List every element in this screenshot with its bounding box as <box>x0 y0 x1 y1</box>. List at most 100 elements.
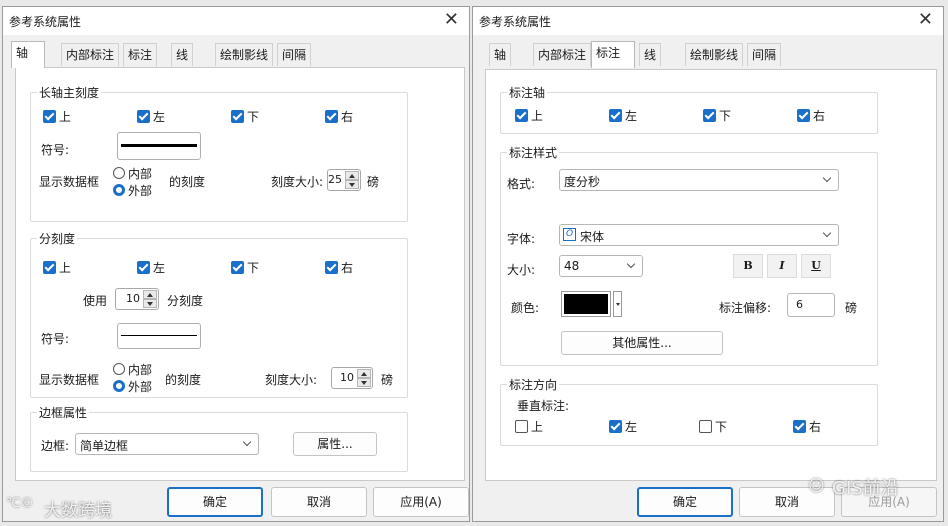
unit-label: 磅 <box>381 373 394 387</box>
vertical-right-checkbox[interactable] <box>793 420 806 433</box>
offset-input[interactable]: 6 <box>787 293 835 317</box>
close-icon[interactable]: ✕ <box>918 9 933 30</box>
underline-button[interactable]: U <box>801 254 831 278</box>
spinner-value: 10 <box>126 292 140 305</box>
select-value: 48 <box>564 259 580 273</box>
use-label: 使用 <box>83 294 108 308</box>
checkbox-label: 下 <box>247 261 260 275</box>
minor-top-checkbox[interactable] <box>43 261 56 274</box>
checkbox-label: 上 <box>59 110 72 124</box>
tab-hatch[interactable]: 绘制影线 <box>685 43 744 66</box>
title-bar: 参考系统属性 ✕ <box>3 7 469 35</box>
group-title: 标注样式 <box>507 144 560 161</box>
tab-hatch[interactable]: 绘制影线 <box>215 43 274 66</box>
chevron-down-icon <box>626 259 636 269</box>
minor-right-checkbox[interactable] <box>325 261 338 274</box>
checkbox-label: 下 <box>247 110 260 124</box>
spin-up-icon[interactable] <box>143 290 157 299</box>
ok-button[interactable]: 确定 <box>637 487 733 517</box>
vertical-top-checkbox[interactable] <box>515 420 528 433</box>
major-tick-size-spinner[interactable]: 25 <box>327 169 361 191</box>
more-props-button[interactable]: 其他属性... <box>561 331 723 355</box>
spin-up-icon[interactable] <box>345 171 359 180</box>
checkbox-label: 下 <box>719 109 732 123</box>
tab-line[interactable]: 线 <box>639 43 662 66</box>
major-symbol-picker[interactable] <box>117 132 201 160</box>
label-top-checkbox[interactable] <box>515 109 528 122</box>
tab-inner-label[interactable]: 内部标注 <box>533 43 592 66</box>
minor-outer-radio[interactable] <box>113 380 125 392</box>
cancel-button[interactable]: 取消 <box>271 487 367 517</box>
checkbox-label: 右 <box>809 420 822 434</box>
minor-symbol-picker[interactable] <box>117 323 201 349</box>
vertical-left-checkbox[interactable] <box>609 420 622 433</box>
color-dropdown-button[interactable] <box>613 291 622 317</box>
minor-tick-size-spinner[interactable]: 10 <box>331 367 373 389</box>
bold-button[interactable]: B <box>733 254 763 278</box>
minor-inner-radio[interactable] <box>113 363 125 375</box>
checkbox-label: 上 <box>59 261 72 275</box>
size-select[interactable]: 48 <box>559 255 643 277</box>
tab-line[interactable]: 线 <box>171 43 194 66</box>
offset-label: 标注偏移: <box>719 301 772 315</box>
label-left-checkbox[interactable] <box>609 109 622 122</box>
minor-count-spinner[interactable]: 10 <box>115 288 159 310</box>
select-value: 简单边框 <box>80 439 129 453</box>
label-right-checkbox[interactable] <box>797 109 810 122</box>
tab-spacing[interactable]: 间隔 <box>747 43 782 66</box>
checkbox-label: 左 <box>153 261 166 275</box>
frame-style-select[interactable]: 简单边框 <box>75 433 259 455</box>
ticks-suffix-label: 的刻度 <box>165 373 202 387</box>
minor-bottom-checkbox[interactable] <box>231 261 244 274</box>
symbol-label: 符号: <box>41 332 70 346</box>
italic-button[interactable]: I <box>767 254 797 278</box>
symbol-line-preview <box>121 144 197 147</box>
chevron-down-icon <box>822 228 832 238</box>
right-dialog: 参考系统属性 ✕ 轴 内部标注 标注 线 绘制影线 间隔 标注轴 上 左 下 右… <box>472 6 944 522</box>
major-inner-radio[interactable] <box>113 167 125 179</box>
close-icon[interactable]: ✕ <box>444 9 459 30</box>
tab-axis[interactable]: 轴 <box>11 41 45 68</box>
major-bottom-checkbox[interactable] <box>231 110 244 123</box>
apply-button[interactable]: 应用(A) <box>373 487 469 517</box>
chevron-down-icon <box>822 173 832 183</box>
major-right-checkbox[interactable] <box>325 110 338 123</box>
label-style-group: 标注样式 格式: 度分秒 字体: O 宋体 大小: 48 B I U 颜色: 标… <box>500 144 878 366</box>
format-select[interactable]: 度分秒 <box>559 169 839 191</box>
tab-panel-label: 标注轴 上 左 下 右 标注样式 格式: 度分秒 字体: O 宋体 大小: 48… <box>485 69 937 481</box>
tab-inner-label[interactable]: 内部标注 <box>61 43 120 66</box>
spinner-arrows <box>357 369 371 387</box>
checkbox-label: 右 <box>341 261 354 275</box>
unit-label: 磅 <box>845 301 858 315</box>
major-outer-radio[interactable] <box>113 184 125 196</box>
font-select[interactable]: O 宋体 <box>559 224 839 246</box>
major-top-checkbox[interactable] <box>43 110 56 123</box>
tick-size-label: 刻度大小: <box>265 373 318 387</box>
label-bottom-checkbox[interactable] <box>703 109 716 122</box>
major-left-checkbox[interactable] <box>137 110 150 123</box>
tab-spacing[interactable]: 间隔 <box>277 43 312 66</box>
spin-up-icon[interactable] <box>357 369 371 378</box>
format-label: 格式: <box>507 177 536 191</box>
tab-label[interactable]: 标注 <box>591 41 635 68</box>
spin-down-icon[interactable] <box>143 299 157 308</box>
frame-props-button[interactable]: 属性... <box>293 432 377 456</box>
group-title: 边框属性 <box>37 404 90 421</box>
tab-axis[interactable]: 轴 <box>489 43 512 66</box>
spin-down-icon[interactable] <box>345 180 359 189</box>
color-picker[interactable] <box>561 291 611 317</box>
count-suffix-label: 分刻度 <box>167 294 204 308</box>
left-dialog: 参考系统属性 ✕ 轴 内部标注 标注 线 绘制影线 间隔 长轴主刻度 上 左 下… <box>2 6 470 522</box>
ok-button[interactable]: 确定 <box>167 487 263 517</box>
spinner-arrows <box>345 171 359 189</box>
spin-down-icon[interactable] <box>357 378 371 387</box>
show-frame-label: 显示数据框 <box>39 373 100 387</box>
minor-left-checkbox[interactable] <box>137 261 150 274</box>
radio-label: 外部 <box>128 380 153 394</box>
tab-label[interactable]: 标注 <box>123 43 158 66</box>
vertical-bottom-checkbox[interactable] <box>699 420 712 433</box>
color-swatch <box>564 294 608 314</box>
size-label: 大小: <box>507 263 536 277</box>
chevron-down-icon <box>242 437 252 447</box>
frame-props-group: 边框属性 边框: 简单边框 属性... <box>30 404 408 472</box>
